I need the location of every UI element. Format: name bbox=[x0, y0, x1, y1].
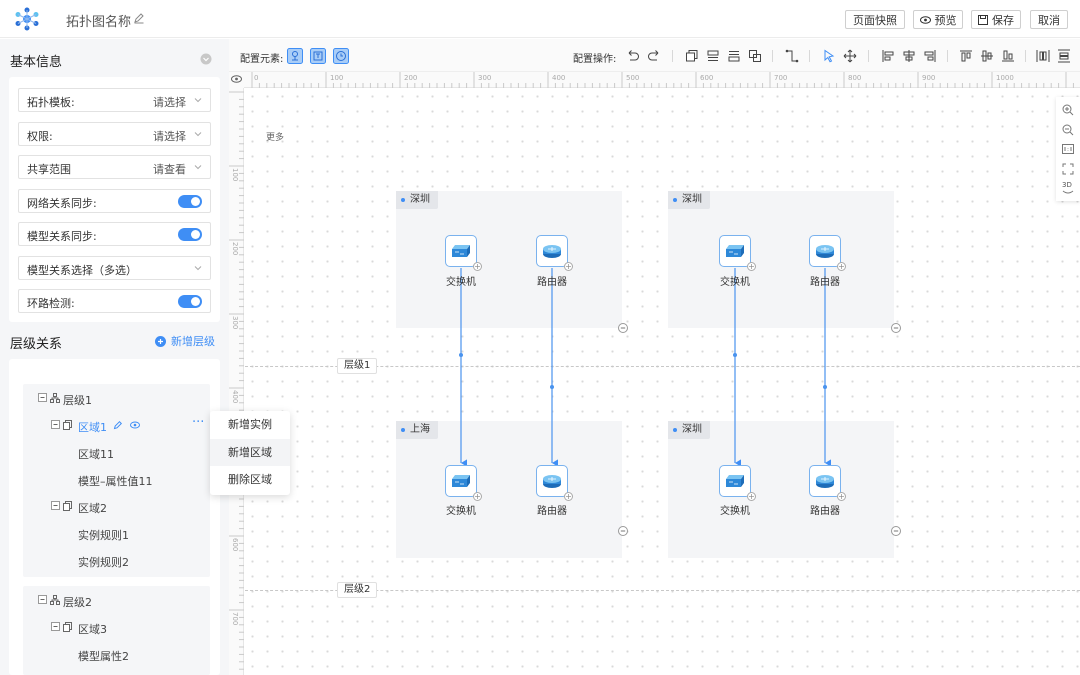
device-label: 路由器 bbox=[537, 506, 567, 517]
expand-icon[interactable]: + bbox=[473, 262, 482, 271]
expand-icon[interactable]: + bbox=[837, 262, 846, 271]
expand-icon[interactable]: + bbox=[747, 492, 756, 501]
device-label: 交换机 bbox=[446, 506, 476, 517]
menu-add-instance[interactable]: 新增实例 bbox=[210, 411, 290, 438]
link-switch-2[interactable] bbox=[733, 268, 741, 467]
router-icon bbox=[816, 475, 834, 488]
zoom-panel: 3D bbox=[1056, 97, 1080, 201]
switch-icon bbox=[726, 475, 744, 487]
switch-device[interactable] bbox=[719, 235, 751, 267]
fit-screen-icon[interactable] bbox=[1062, 163, 1074, 175]
zoom-in-icon[interactable] bbox=[1062, 104, 1074, 116]
link-router-2[interactable] bbox=[823, 268, 831, 467]
device-label: 路由器 bbox=[810, 506, 840, 517]
expand-icon[interactable]: + bbox=[473, 492, 482, 501]
switch-icon bbox=[452, 245, 470, 257]
menu-delete-region[interactable]: 删除区域 bbox=[210, 466, 290, 493]
device-label: 交换机 bbox=[720, 506, 750, 517]
device-label: 交换机 bbox=[720, 277, 750, 288]
link-router-1[interactable] bbox=[550, 268, 558, 467]
router-icon bbox=[543, 245, 561, 258]
router-device[interactable] bbox=[536, 235, 568, 267]
router-device[interactable] bbox=[809, 465, 841, 497]
router-icon bbox=[543, 475, 561, 488]
router-device[interactable] bbox=[536, 465, 568, 497]
expand-icon[interactable]: + bbox=[837, 492, 846, 501]
threed-arc-icon bbox=[1062, 190, 1074, 194]
router-device[interactable] bbox=[809, 235, 841, 267]
device-label: 路由器 bbox=[810, 277, 840, 288]
switch-icon bbox=[452, 475, 470, 487]
expand-icon[interactable]: + bbox=[747, 262, 756, 271]
device-label: 路由器 bbox=[537, 277, 567, 288]
switch-device[interactable] bbox=[445, 235, 477, 267]
menu-add-region[interactable]: 新增区域 bbox=[210, 439, 290, 466]
region-context-menu: 新增实例 新增区域 删除区域 bbox=[210, 411, 290, 495]
switch-icon bbox=[726, 245, 744, 257]
actual-size-icon[interactable] bbox=[1062, 144, 1074, 154]
device-label: 交换机 bbox=[446, 277, 476, 288]
zoom-out-icon[interactable] bbox=[1062, 124, 1074, 136]
connection-layer bbox=[459, 268, 831, 467]
threed-toggle[interactable]: 3D bbox=[1062, 181, 1072, 189]
expand-icon[interactable]: + bbox=[564, 262, 573, 271]
switch-device[interactable] bbox=[445, 465, 477, 497]
router-icon bbox=[816, 245, 834, 258]
expand-icon[interactable]: + bbox=[564, 492, 573, 501]
switch-device[interactable] bbox=[719, 465, 751, 497]
link-switch-1[interactable] bbox=[459, 268, 467, 467]
